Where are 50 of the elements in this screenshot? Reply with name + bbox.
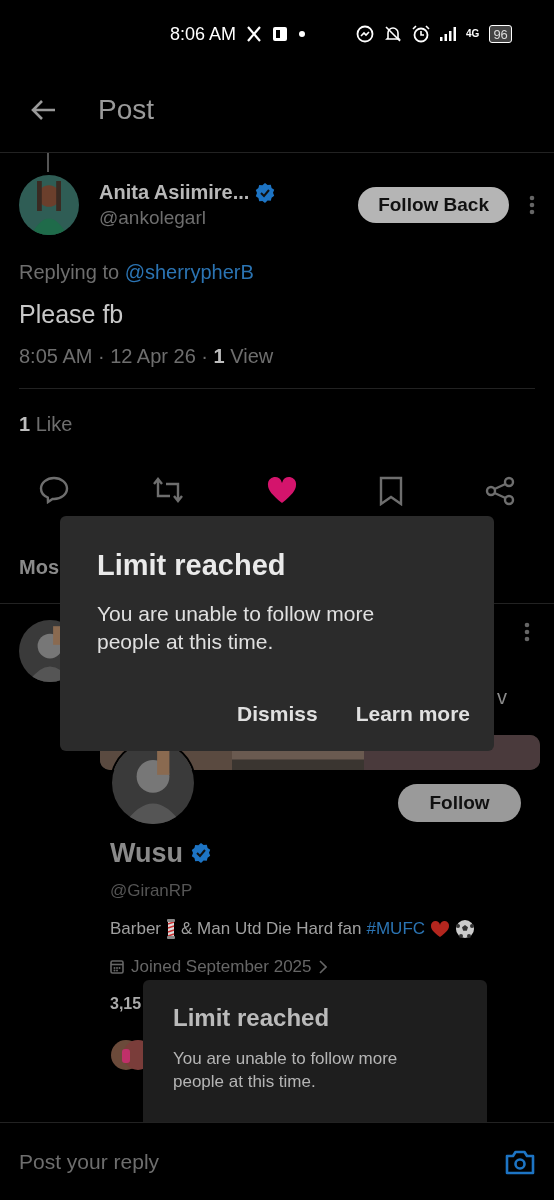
battery-level: 96 — [489, 25, 512, 43]
heart-icon[interactable] — [267, 476, 297, 504]
bio-text: Barber — [110, 919, 162, 939]
share-icon[interactable] — [485, 476, 515, 506]
author-handle: @ankolegarl — [99, 207, 207, 229]
author-name: Anita Asiimire... — [99, 181, 250, 204]
alarm-icon — [412, 25, 431, 43]
snackbar-message: You are unable to follow more people at this time. — [97, 601, 376, 655]
signal-icon — [440, 27, 457, 41]
thread-line — [47, 153, 49, 172]
replying-to-text: Replying to @sherrypherB — [19, 261, 255, 284]
barber-pole-icon — [166, 918, 177, 940]
text-fragment: v — [497, 686, 507, 709]
network-label: 4G — [466, 29, 480, 39]
repost-icon[interactable] — [151, 476, 185, 504]
mention-link[interactable]: @sherrypherB — [124, 261, 254, 283]
snackbar-title: Limit reached — [173, 1004, 331, 1032]
bookmark-icon[interactable] — [379, 476, 403, 506]
like-count: 1 Like — [19, 412, 74, 436]
snackbar-action[interactable]: Dismiss — [237, 702, 318, 726]
joined-date: Joined September 2025 — [131, 957, 312, 977]
snackbar-message: You are unable to follow more people at this time. — [173, 1048, 399, 1093]
post-meta: 8:05 AM · 12 Apr 26 · 1 View — [19, 345, 535, 389]
reply-field[interactable]: Post your reply — [19, 1149, 505, 1174]
follow-back-button[interactable]: Follow Back — [358, 187, 509, 223]
app-icon — [272, 26, 289, 42]
more-options-icon[interactable] — [529, 195, 535, 215]
snackbar-title: Limit reached — [97, 549, 287, 582]
reply-icon[interactable] — [39, 476, 69, 504]
muted-bell-icon — [384, 25, 403, 43]
page-title: Post — [98, 94, 155, 126]
messenger-icon — [356, 25, 375, 43]
dot-icon — [298, 30, 307, 38]
post-text: Please fb — [19, 300, 125, 329]
profile-name: Wusu — [110, 837, 183, 869]
profile-handle: @GiranRP — [110, 881, 194, 901]
heart-icon — [430, 920, 451, 938]
chevron-right-icon — [318, 960, 327, 974]
cross-icon — [246, 26, 263, 42]
calendar-icon — [110, 960, 124, 974]
hashtag-link[interactable]: #MUFC — [366, 919, 426, 939]
stats-text: 3,15 — [110, 995, 143, 1013]
bio-text: & Man Utd Die Hard fan — [181, 919, 362, 939]
more-options-icon[interactable] — [524, 622, 530, 642]
camera-icon[interactable] — [505, 1148, 535, 1175]
snackbar-action[interactable]: Learn more — [355, 702, 470, 726]
status-time: 8:06 AM — [170, 23, 237, 45]
back-icon[interactable] — [30, 99, 56, 121]
follow-button[interactable]: Follow — [398, 784, 521, 822]
soccer-ball-icon — [455, 919, 476, 939]
